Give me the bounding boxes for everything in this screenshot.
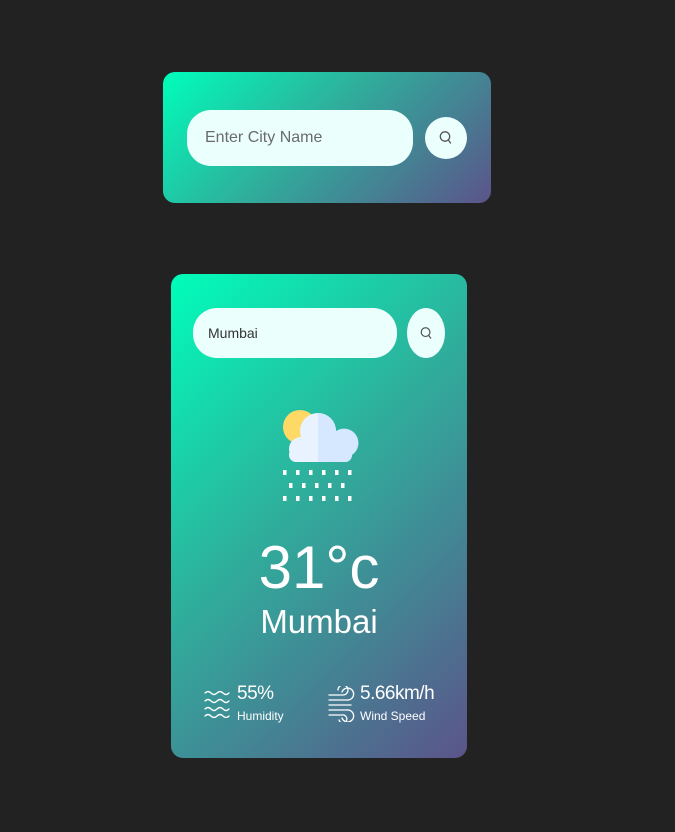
search-button[interactable] [425,117,467,159]
humidity-value: 55% [237,683,274,704]
search-icon [420,326,431,339]
humidity-label: Humidity [237,709,284,723]
wind-speed-value: 5.66km/h [360,683,435,704]
humidity-detail: 55% Humidity [203,678,323,726]
search-button[interactable] [407,308,445,358]
city-search-input[interactable] [193,308,397,358]
humidity-waves-icon [204,690,230,718]
search-icon [439,131,452,144]
city-search-input[interactable] [187,110,413,166]
weather-card: 31°c Mumbai 55% Humidity 5.66km/h Wind S… [171,274,467,758]
wind-detail: 5.66km/h Wind Speed [327,678,467,726]
sun-cloud-rain-icon [283,410,359,501]
wind-speed-label: Wind Speed [360,709,426,723]
city-name: Mumbai [260,603,378,640]
wind-icon [328,686,355,722]
temperature: 31°c [258,534,380,601]
search-card [163,72,491,203]
